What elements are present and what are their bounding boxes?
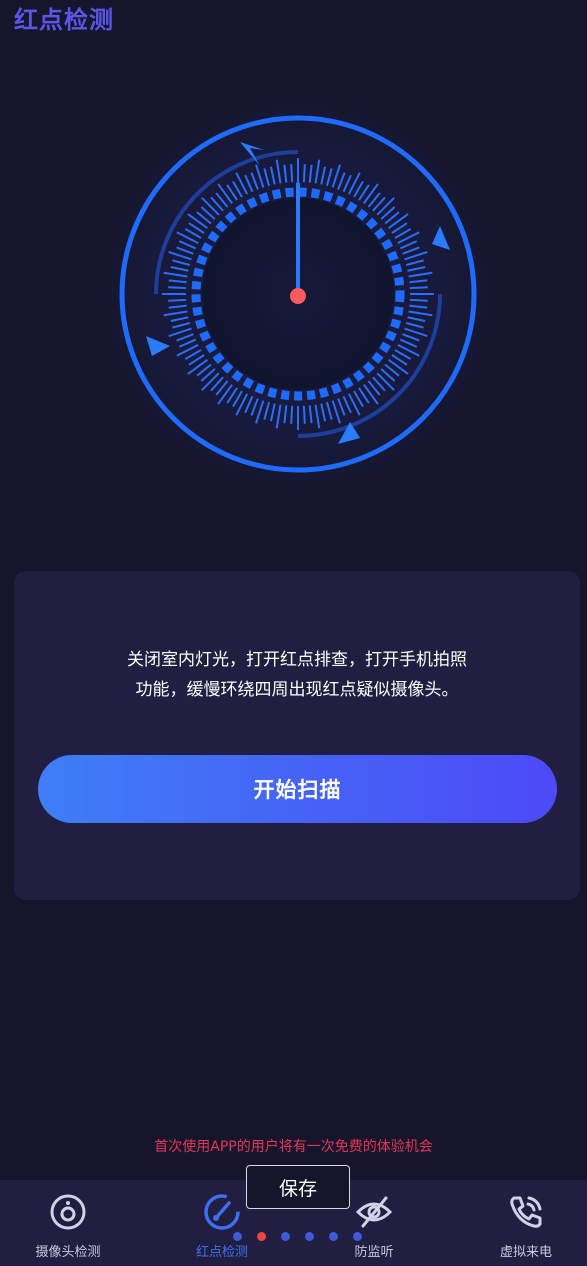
page-indicator bbox=[0, 1232, 587, 1242]
page-dot-active[interactable] bbox=[257, 1232, 266, 1241]
instruction-line-2: 功能，缓慢环绕四周出现红点疑似摄像头。 bbox=[135, 680, 459, 700]
page-dot[interactable] bbox=[353, 1232, 362, 1241]
nav-item-camera-detect[interactable]: 摄像头检测 bbox=[8, 1180, 128, 1266]
speedometer-icon bbox=[204, 1194, 240, 1230]
ear-off-icon bbox=[355, 1196, 393, 1228]
instruction-card: 关闭室内灯光，打开红点排查，打开手机拍照 功能，缓慢环绕四周出现红点疑似摄像头。… bbox=[14, 571, 580, 900]
radar-tick bbox=[168, 286, 187, 290]
radar-center-dot bbox=[290, 288, 306, 304]
instruction-line-1: 关闭室内灯光，打开红点排查，打开手机拍照 bbox=[127, 650, 467, 670]
page-dot[interactable] bbox=[329, 1232, 338, 1241]
nav-label: 摄像头检测 bbox=[35, 1245, 101, 1260]
instruction-text: 关闭室内灯光，打开红点排查，打开手机拍照 功能，缓慢环绕四周出现红点疑似摄像头。 bbox=[14, 645, 580, 705]
start-scan-button[interactable]: 开始扫描 bbox=[38, 755, 557, 823]
radar-tick bbox=[290, 164, 294, 183]
radar-dial bbox=[90, 86, 506, 502]
radar-tick bbox=[302, 164, 306, 183]
nav-label: 防监听 bbox=[354, 1245, 394, 1260]
nav-label: 红点检测 bbox=[195, 1245, 248, 1260]
nav-label: 虚拟来电 bbox=[499, 1245, 552, 1260]
radar-tick bbox=[409, 298, 428, 302]
free-trial-notice: 首次使用APP的用户将有一次免费的体验机会 bbox=[154, 1139, 433, 1155]
phone-call-icon bbox=[510, 1196, 542, 1228]
radar-tick bbox=[168, 298, 187, 302]
save-button[interactable]: 保存 bbox=[246, 1165, 350, 1209]
nav-item-fake-call[interactable]: 虚拟来电 bbox=[466, 1180, 586, 1266]
radar-tick bbox=[409, 286, 428, 290]
page-dot[interactable] bbox=[233, 1232, 242, 1241]
camera-lens-icon bbox=[50, 1194, 86, 1230]
radar-tick bbox=[302, 405, 306, 424]
page-dot[interactable] bbox=[305, 1232, 314, 1241]
page-title: 红点检测 bbox=[14, 6, 114, 34]
page-dot[interactable] bbox=[281, 1232, 290, 1241]
radar-tick bbox=[290, 405, 294, 424]
